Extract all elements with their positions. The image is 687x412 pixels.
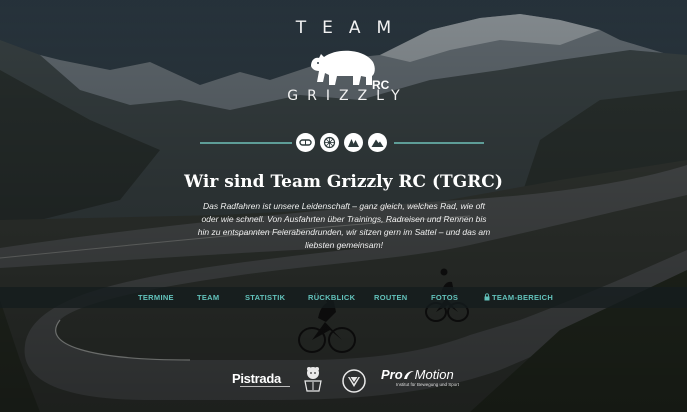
logo-team-text: TEAM (295, 18, 408, 38)
main-navigation: TERMINE TEAM STATISTIK RÜCKBLICK ROUTEN … (0, 287, 687, 308)
nav-item-rueckblick[interactable]: RÜCKBLICK (308, 293, 355, 302)
sponsor-pistrada[interactable]: Pistrada (232, 371, 281, 386)
logo-rc-badge: RC (372, 78, 390, 92)
bike-wheel-icon[interactable] (320, 133, 339, 152)
nav-item-fotos[interactable]: FOTOS (431, 293, 458, 302)
divider-line-left (200, 142, 292, 144)
mountain-icon[interactable] (368, 133, 387, 152)
promotion-motion-text: Motion (414, 367, 454, 382)
pistrada-underline (240, 386, 290, 387)
mountain-group-icon[interactable] (344, 133, 363, 152)
nav-item-routen[interactable]: ROUTEN (374, 293, 407, 302)
divider-line-right (394, 142, 484, 144)
grizzly-crest-icon[interactable] (302, 365, 324, 393)
bear-icon (310, 50, 375, 85)
category-icon-row (0, 133, 687, 153)
lock-icon (484, 293, 490, 301)
intro-text: Das Radfahren ist unsere Leidenschaft – … (197, 201, 491, 250)
wrench-club-icon[interactable] (341, 368, 367, 394)
nav-item-team-bereich[interactable]: TEAM-BEREICH (492, 293, 553, 302)
team-grizzly-logo[interactable]: TEAM RC GRIZZLY (0, 18, 687, 104)
hero-section: TEAM RC GRIZZLY Wir sind Team Grizzly RC… (0, 0, 687, 412)
nav-item-statistik[interactable]: STATISTIK (245, 293, 285, 302)
promotion-tagline: Institut für Bewegung und Sport (396, 382, 460, 387)
logo-grizzly-text: GRIZZLY (287, 88, 409, 104)
cycling-glasses-icon[interactable] (296, 133, 315, 152)
nav-item-termine[interactable]: TERMINE (138, 293, 174, 302)
sponsor-promotion[interactable]: Pro Motion (381, 367, 454, 382)
nav-item-team[interactable]: TEAM (197, 293, 219, 302)
promotion-pro-text: Pro (381, 367, 403, 382)
sponsor-logos: Pistrada Pro Motion Institut für Bewegung… (0, 364, 687, 394)
page-headline: Wir sind Team Grizzly RC (TGRC) (184, 172, 503, 192)
promotion-swoosh-icon (403, 371, 414, 379)
